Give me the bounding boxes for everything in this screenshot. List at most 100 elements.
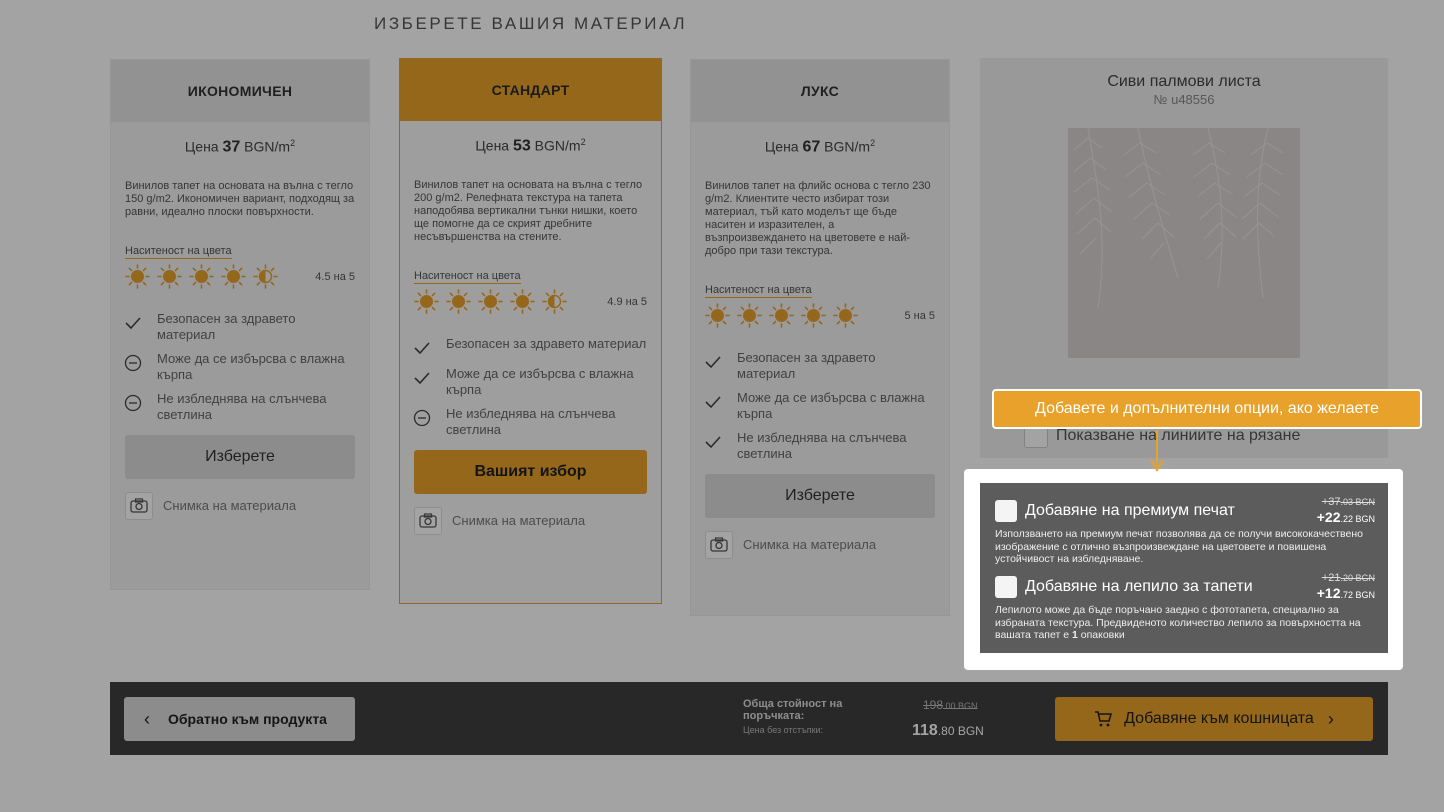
sun-full-icon bbox=[801, 303, 826, 328]
saturation-label: Наситеност на цвета bbox=[414, 269, 521, 284]
material-name: СТАНДАРТ bbox=[400, 59, 661, 121]
saturation-value: 4.9 на 5 bbox=[607, 295, 647, 308]
material-photo-link[interactable]: Снимка на материала bbox=[125, 491, 355, 520]
sun-full-icon bbox=[446, 289, 471, 314]
feature-item: Може да се избърсва с влажна кърпа bbox=[123, 351, 355, 383]
feature-item: Безопасен за здравето материал bbox=[412, 336, 647, 358]
feature-item: Безопасен за здравето материал bbox=[123, 311, 355, 343]
material-photo-label: Снимка на материала bbox=[743, 537, 877, 553]
feature-list: Безопасен за здравето материал Може да се… bbox=[703, 350, 935, 462]
sun-full-icon bbox=[833, 303, 858, 328]
back-to-product-button[interactable]: ‹ Обратно към продукта bbox=[124, 697, 355, 741]
feature-text: Не избледнява на слънчева светлина bbox=[737, 429, 907, 461]
feature-item: Може да се избърсва с влажна кърпа bbox=[412, 366, 647, 398]
price-without-discount-label: Цена без отстъпки: bbox=[743, 725, 824, 735]
add-to-cart-label: Добавяне към кошницата bbox=[1124, 710, 1314, 727]
sun-full-icon bbox=[478, 289, 503, 314]
sun-full-icon bbox=[705, 303, 730, 328]
product-name: Сиви палмови листа bbox=[1107, 73, 1261, 90]
saturation-label: Наситеност на цвета bbox=[705, 283, 812, 298]
check-icon bbox=[123, 313, 143, 333]
feature-text: Може да се избърсва с влажна кърпа bbox=[157, 350, 345, 382]
glue-checkbox[interactable] bbox=[995, 576, 1017, 598]
product-image bbox=[1068, 128, 1300, 358]
additional-options-box: Добавяне на премиум печат +37.03 BGN +22… bbox=[980, 483, 1388, 653]
glue-prices: +21.20 BGN +12.72 BGN bbox=[1317, 571, 1375, 603]
chevron-right-icon: › bbox=[1327, 708, 1334, 729]
feature-item: Не избледнява на слънчева светлина bbox=[123, 391, 355, 423]
sun-full-icon bbox=[737, 303, 762, 328]
camera-icon bbox=[414, 506, 442, 535]
material-price: Цена 37 BGN/m2 bbox=[184, 138, 296, 156]
material-card-standard[interactable]: СТАНДАРТ Цена 53 BGN/m2 Винилов тапет на… bbox=[399, 58, 662, 604]
material-price: Цена 53 BGN/m2 bbox=[475, 137, 586, 155]
glue-description: Лепилото може да бъде поръчано заедно с … bbox=[995, 604, 1361, 641]
sun-full-icon bbox=[769, 303, 794, 328]
saturation-rating: 4.9 на 5 bbox=[414, 288, 647, 316]
feature-text: Не избледнява на слънчева светлина bbox=[446, 405, 616, 437]
premium-print-description: Използването на премиум печат позволява … bbox=[995, 528, 1363, 565]
product-number: № u48556 bbox=[1153, 92, 1215, 107]
back-button-label: Обратно към продукта bbox=[168, 711, 327, 727]
total-old-price: 198.00 BGN bbox=[923, 698, 978, 712]
add-to-cart-button[interactable]: Добавяне към кошницата › bbox=[1055, 697, 1373, 741]
material-photo-link[interactable]: Снимка на материала bbox=[414, 506, 647, 535]
feature-item: Безопасен за здравето материал bbox=[703, 350, 935, 382]
material-card-economy[interactable]: ИКОНОМИЧЕН Цена 37 BGN/m2 Винилов тапет … bbox=[110, 59, 370, 590]
feature-text: Може да се избърсва с влажна кърпа bbox=[446, 365, 634, 397]
premium-print-checkbox[interactable] bbox=[995, 500, 1017, 522]
glue-new-price: +12.72 BGN bbox=[1316, 585, 1375, 601]
sun-rating-icons bbox=[125, 264, 315, 289]
options-tooltip: Добавете и допълнителни опции, ако желае… bbox=[992, 389, 1422, 429]
selected-choice-button[interactable]: Вашият избор bbox=[414, 449, 647, 494]
premium-print-prices: +37.03 BGN +22.22 BGN bbox=[1317, 495, 1375, 527]
material-name: ЛУКС bbox=[691, 60, 949, 122]
material-selection-page: ИЗБЕРЕТЕ ВАШИЯ МАТЕРИАЛ ИКОНОМИЧЕН Цена … bbox=[0, 0, 1444, 812]
minus-circle-icon bbox=[123, 393, 143, 413]
choose-button[interactable]: Изберете bbox=[125, 434, 355, 479]
material-photo-label: Снимка на материала bbox=[452, 513, 586, 529]
saturation-rating: 4.5 на 5 bbox=[125, 263, 355, 291]
premium-print-new-price: +22.22 BGN bbox=[1316, 509, 1375, 525]
saturation-rating: 5 на 5 bbox=[705, 302, 935, 330]
order-total-label: Обща стойност на поръчката: Цена без отс… bbox=[743, 698, 883, 736]
sun-full-icon bbox=[510, 289, 535, 314]
sun-half-icon bbox=[542, 289, 567, 314]
sun-full-icon bbox=[125, 264, 150, 289]
sun-rating-icons bbox=[705, 303, 904, 328]
feature-text: Не избледнява на слънчева светлина bbox=[157, 390, 327, 422]
option-wallpaper-glue[interactable]: Добавяне на лепило за тапети +21.20 BGN … bbox=[995, 571, 1375, 642]
saturation-value: 4.5 на 5 bbox=[315, 270, 355, 283]
premium-print-old-price: +37.03 BGN bbox=[1321, 496, 1375, 508]
material-name: ИКОНОМИЧЕН bbox=[111, 60, 369, 122]
camera-icon bbox=[125, 491, 153, 520]
sun-full-icon bbox=[221, 264, 246, 289]
option-premium-print[interactable]: Добавяне на премиум печат +37.03 BGN +22… bbox=[995, 495, 1375, 566]
feature-text: Безопасен за здравето материал bbox=[157, 310, 296, 342]
footer-bar: ‹ Обратно към продукта Обща стойност на … bbox=[110, 682, 1388, 755]
choose-button[interactable]: Изберете bbox=[705, 473, 935, 518]
sun-rating-icons bbox=[414, 289, 607, 314]
order-total-text: Обща стойност на поръчката: bbox=[743, 698, 843, 722]
sun-full-icon bbox=[157, 264, 182, 289]
saturation-label: Наситеност на цвета bbox=[125, 244, 232, 259]
material-description: Винилов тапет на флийс основа с тегло 23… bbox=[705, 179, 931, 257]
feature-text: Може да се избърсва с влажна кърпа bbox=[737, 389, 925, 421]
feature-item: Не избледнява на слънчева светлина bbox=[412, 406, 647, 438]
feature-text: Безопасен за здравето материал bbox=[446, 335, 647, 351]
material-photo-link[interactable]: Снимка на материала bbox=[705, 530, 935, 559]
material-description: Винилов тапет на основата на вълна с тег… bbox=[125, 179, 355, 218]
premium-print-title: Добавяне на премиум печат bbox=[1025, 502, 1235, 519]
minus-circle-icon bbox=[412, 408, 432, 428]
material-card-lux[interactable]: ЛУКС Цена 67 BGN/m2 Винилов тапет на фли… bbox=[690, 59, 950, 616]
feature-item: Не избледнява на слънчева светлина bbox=[703, 430, 935, 462]
glue-old-price: +21.20 BGN bbox=[1321, 572, 1375, 584]
check-icon bbox=[703, 392, 723, 412]
section-title: ИЗБЕРЕТЕ ВАШИЯ МАТЕРИАЛ bbox=[374, 14, 688, 33]
check-icon bbox=[703, 352, 723, 372]
material-photo-label: Снимка на материала bbox=[163, 498, 297, 514]
feature-item: Може да се избърсва с влажна кърпа bbox=[703, 390, 935, 422]
glue-title: Добавяне на лепило за тапети bbox=[1025, 578, 1253, 595]
tooltip-arrow-icon bbox=[1150, 430, 1164, 472]
check-icon bbox=[703, 432, 723, 452]
